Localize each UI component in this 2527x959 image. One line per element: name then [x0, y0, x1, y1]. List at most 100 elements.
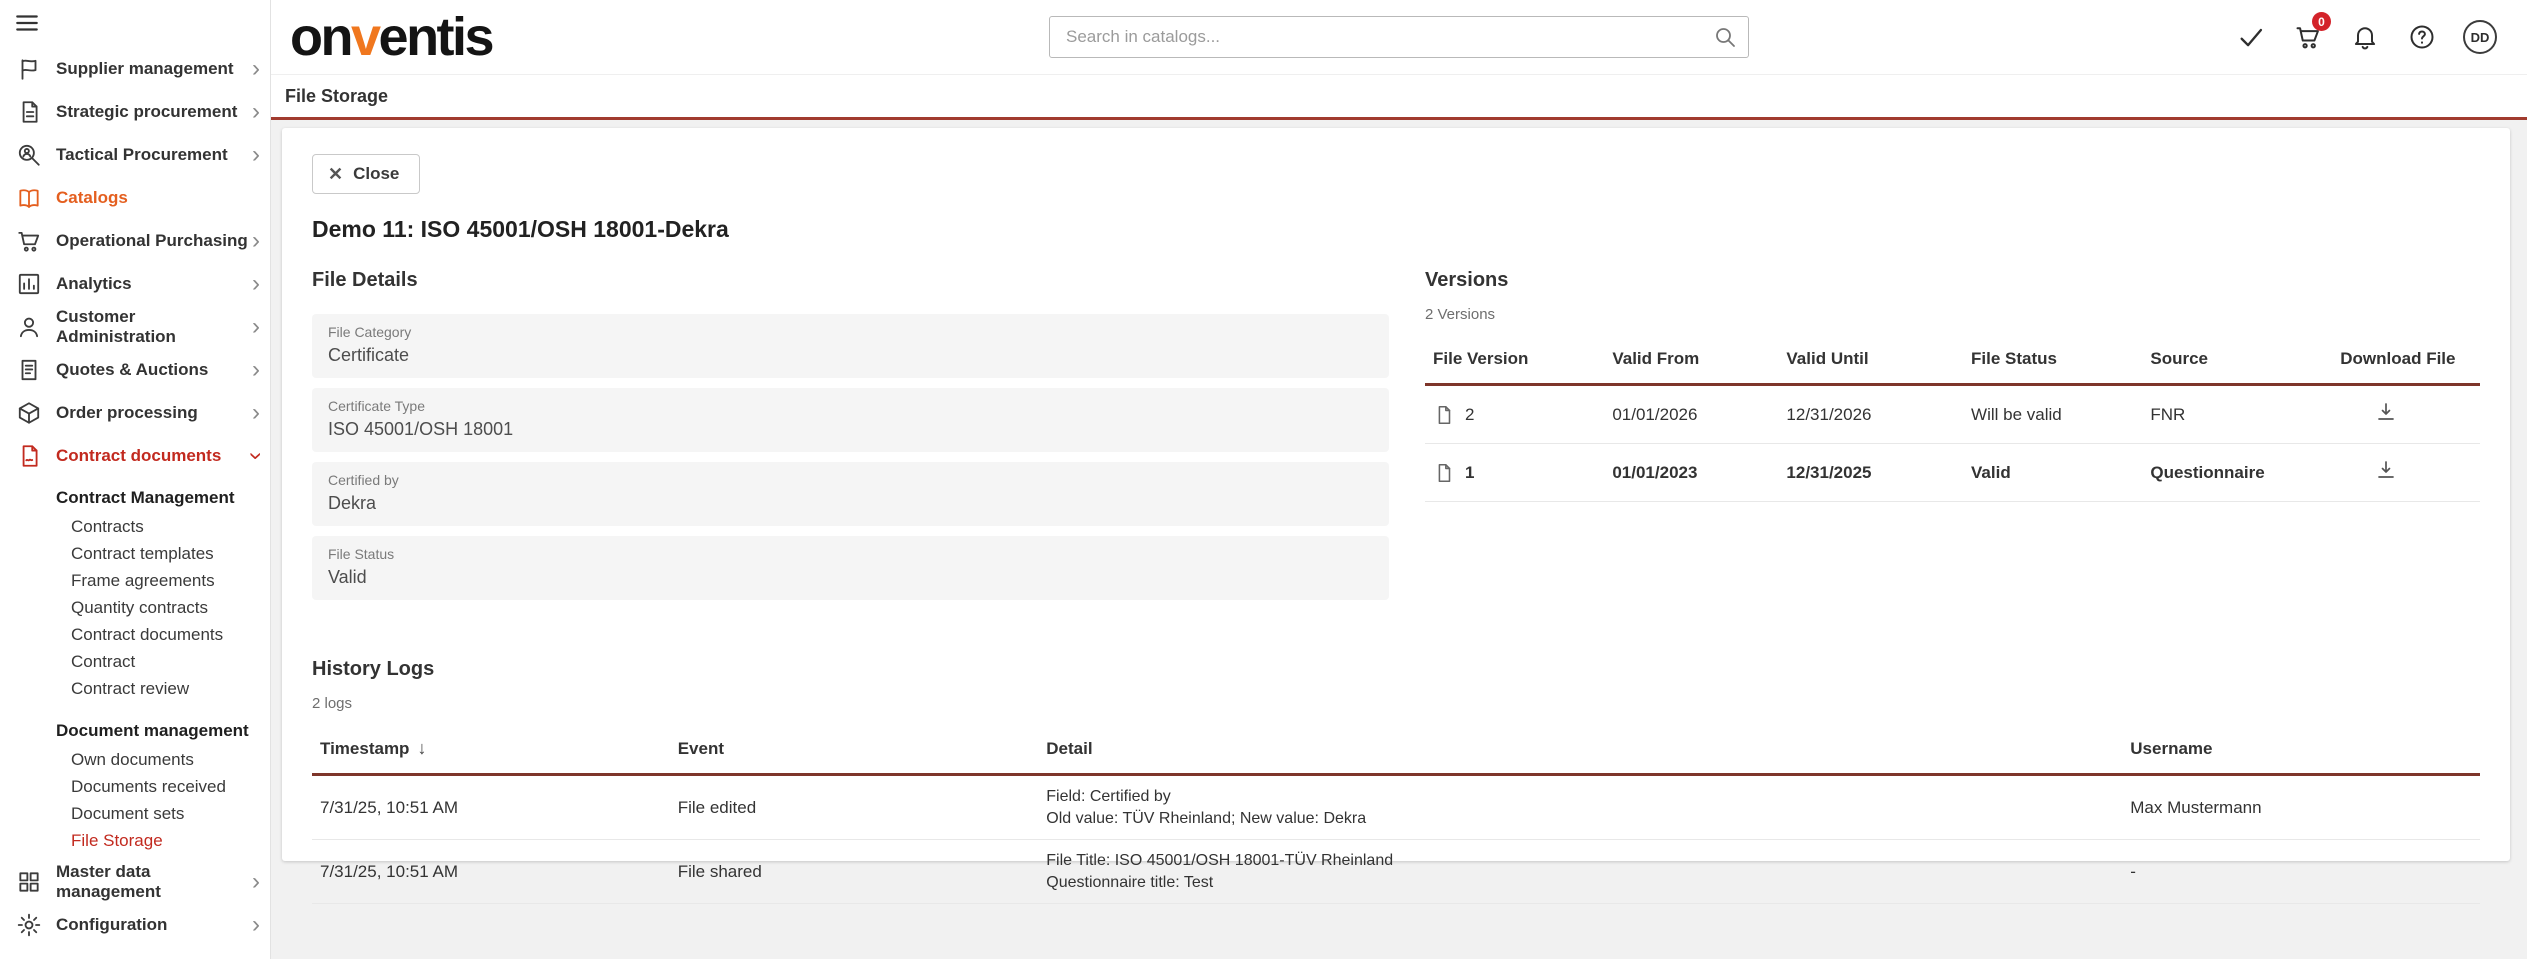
- sidebar-item-own-documents[interactable]: Own documents: [56, 746, 270, 773]
- field-value: ISO 45001/OSH 18001: [328, 419, 1373, 440]
- field-value: Certificate: [328, 345, 1373, 366]
- breadcrumb-bar: File Storage: [271, 74, 2527, 120]
- sidebar-item-catalogs[interactable]: Catalogs: [0, 176, 270, 219]
- search-icon[interactable]: [1713, 25, 1737, 49]
- column-header-timestamp[interactable]: Timestamp↓: [312, 724, 670, 775]
- details-columns: File Details File Category Certificate C…: [312, 269, 2480, 600]
- sidebar-item-contract-review[interactable]: Contract review: [56, 675, 270, 702]
- sidebar-item-frame-agreements[interactable]: Frame agreements: [56, 567, 270, 594]
- download-icon[interactable]: [2374, 400, 2398, 424]
- sidebar-item-strategic-procurement[interactable]: Strategic procurement ›: [0, 90, 270, 133]
- version-row[interactable]: 2 01/01/2026 12/31/2026 Will be valid FN…: [1425, 385, 2480, 444]
- version-row[interactable]: 1 01/01/2023 12/31/2025 Valid Questionna…: [1425, 444, 2480, 502]
- search-input[interactable]: [1049, 16, 1749, 58]
- sidebar-item-customer-administration[interactable]: Customer Administration ›: [0, 305, 270, 348]
- sidebar-item-contracts[interactable]: Contracts: [56, 513, 270, 540]
- sidebar-item-label: Analytics: [56, 274, 132, 294]
- history-row: 7/31/25, 10:51 AM File shared File Title…: [312, 840, 2480, 904]
- sidebar-item-contract[interactable]: Contract: [56, 648, 270, 675]
- notifications-bell-icon[interactable]: [2349, 21, 2381, 53]
- column-header-detail: Detail: [1038, 724, 2122, 775]
- sidebar-item-order-processing[interactable]: Order processing ›: [0, 391, 270, 434]
- sidebar-item-master-data-management[interactable]: Master data management ›: [0, 860, 270, 903]
- valid-from-value: 01/01/2026: [1604, 385, 1778, 444]
- history-logs-count: 2 logs: [312, 695, 2480, 712]
- file-storage-card: ✕ Close Demo 11: ISO 45001/OSH 18001-Dek…: [282, 128, 2510, 861]
- close-icon: ✕: [328, 165, 343, 183]
- sidebar-item-contract-documents-sub[interactable]: Contract documents: [56, 621, 270, 648]
- history-logs-section: History Logs 2 logs Timestamp↓ Event Det…: [312, 658, 2480, 904]
- menu-toggle-button[interactable]: [0, 4, 270, 47]
- field-label: File Category: [328, 324, 1373, 340]
- sidebar: Supplier management › Strategic procurem…: [0, 0, 271, 959]
- sidebar-item-label: Quotes & Auctions: [56, 360, 208, 380]
- sidebar-item-analytics[interactable]: Analytics ›: [0, 262, 270, 305]
- sidebar-item-configuration[interactable]: Configuration ›: [0, 903, 270, 946]
- field-certified-by: Certified by Dekra: [312, 462, 1389, 526]
- sidebar-item-label: Configuration: [56, 915, 167, 935]
- topbar: onventis 0 DD: [271, 0, 2527, 74]
- field-label: File Status: [328, 546, 1373, 562]
- history-logs-heading: History Logs: [312, 658, 2480, 681]
- column-header-file-version: File Version: [1425, 335, 1604, 385]
- versions-header-row: File Version Valid From Valid Until File…: [1425, 335, 2480, 385]
- sidebar-item-label: Contract documents: [56, 446, 221, 466]
- column-header-valid-until: Valid Until: [1778, 335, 1963, 385]
- cart-badge: 0: [2312, 12, 2331, 31]
- chevron-right-icon: ›: [252, 100, 260, 124]
- catalogs-icon: [14, 183, 44, 213]
- field-file-status: File Status Valid: [312, 536, 1389, 600]
- avatar[interactable]: DD: [2463, 20, 2497, 54]
- sidebar-item-label: Catalogs: [56, 188, 128, 208]
- detail-line-2: Questionnaire title: Test: [1046, 872, 2114, 894]
- hamburger-icon: [14, 10, 40, 41]
- history-header-row: Timestamp↓ Event Detail Username: [312, 724, 2480, 775]
- column-header-source: Source: [2142, 335, 2332, 385]
- detail-value: File Title: ISO 45001/OSH 18001-TÜV Rhei…: [1038, 840, 2122, 904]
- download-icon[interactable]: [2374, 458, 2398, 482]
- configuration-gear-icon: [14, 910, 44, 940]
- file-details-heading: File Details: [312, 269, 1389, 292]
- versions-table: File Version Valid From Valid Until File…: [1425, 335, 2480, 502]
- sidebar-item-supplier-management[interactable]: Supplier management ›: [0, 47, 270, 90]
- versions-section: Versions 2 Versions File Version Valid F…: [1425, 269, 2480, 600]
- close-button[interactable]: ✕ Close: [312, 154, 420, 194]
- versions-count: 2 Versions: [1425, 306, 2480, 323]
- chevron-right-icon: ›: [252, 913, 260, 937]
- version-number: 2: [1465, 405, 1474, 425]
- chevron-right-icon: ›: [252, 57, 260, 81]
- sidebar-item-quantity-contracts[interactable]: Quantity contracts: [56, 594, 270, 621]
- chevron-right-icon: ›: [252, 229, 260, 253]
- sidebar-item-label: Strategic procurement: [56, 102, 237, 122]
- field-file-category: File Category Certificate: [312, 314, 1389, 378]
- sidebar-item-document-sets[interactable]: Document sets: [56, 800, 270, 827]
- sidebar-item-label: Master data management: [56, 862, 252, 902]
- chevron-right-icon: ›: [252, 358, 260, 382]
- onventis-logo[interactable]: onventis: [290, 10, 492, 64]
- valid-until-value: 12/31/2026: [1778, 385, 1963, 444]
- main-area: onventis 0 DD File Storage: [271, 0, 2527, 959]
- sidebar-item-quotes-auctions[interactable]: Quotes & Auctions ›: [0, 348, 270, 391]
- chevron-down-icon: ›: [244, 452, 268, 460]
- event-value: File shared: [670, 840, 1039, 904]
- tasks-check-icon[interactable]: [2235, 21, 2267, 53]
- sidebar-item-file-storage[interactable]: File Storage: [56, 827, 270, 854]
- customer-administration-icon: [14, 312, 44, 342]
- sidebar-item-documents-received[interactable]: Documents received: [56, 773, 270, 800]
- sort-descending-icon: ↓: [417, 738, 426, 758]
- detail-line-1: Field: Certified by: [1046, 786, 2114, 808]
- sidebar-item-operational-purchasing[interactable]: Operational Purchasing ›: [0, 219, 270, 262]
- column-header-download-file: Download File: [2332, 335, 2480, 385]
- field-certificate-type: Certificate Type ISO 45001/OSH 18001: [312, 388, 1389, 452]
- cart-icon[interactable]: 0: [2292, 21, 2324, 53]
- username-value: Max Mustermann: [2122, 775, 2480, 840]
- sidebar-item-tactical-procurement[interactable]: Tactical Procurement ›: [0, 133, 270, 176]
- column-header-event: Event: [670, 724, 1039, 775]
- contract-documents-icon: [14, 441, 44, 471]
- content-area: ✕ Close Demo 11: ISO 45001/OSH 18001-Dek…: [271, 120, 2527, 959]
- strategic-procurement-icon: [14, 97, 44, 127]
- help-icon[interactable]: [2406, 21, 2438, 53]
- order-processing-icon: [14, 398, 44, 428]
- sidebar-item-contract-templates[interactable]: Contract templates: [56, 540, 270, 567]
- sidebar-item-contract-documents[interactable]: Contract documents ›: [0, 434, 270, 477]
